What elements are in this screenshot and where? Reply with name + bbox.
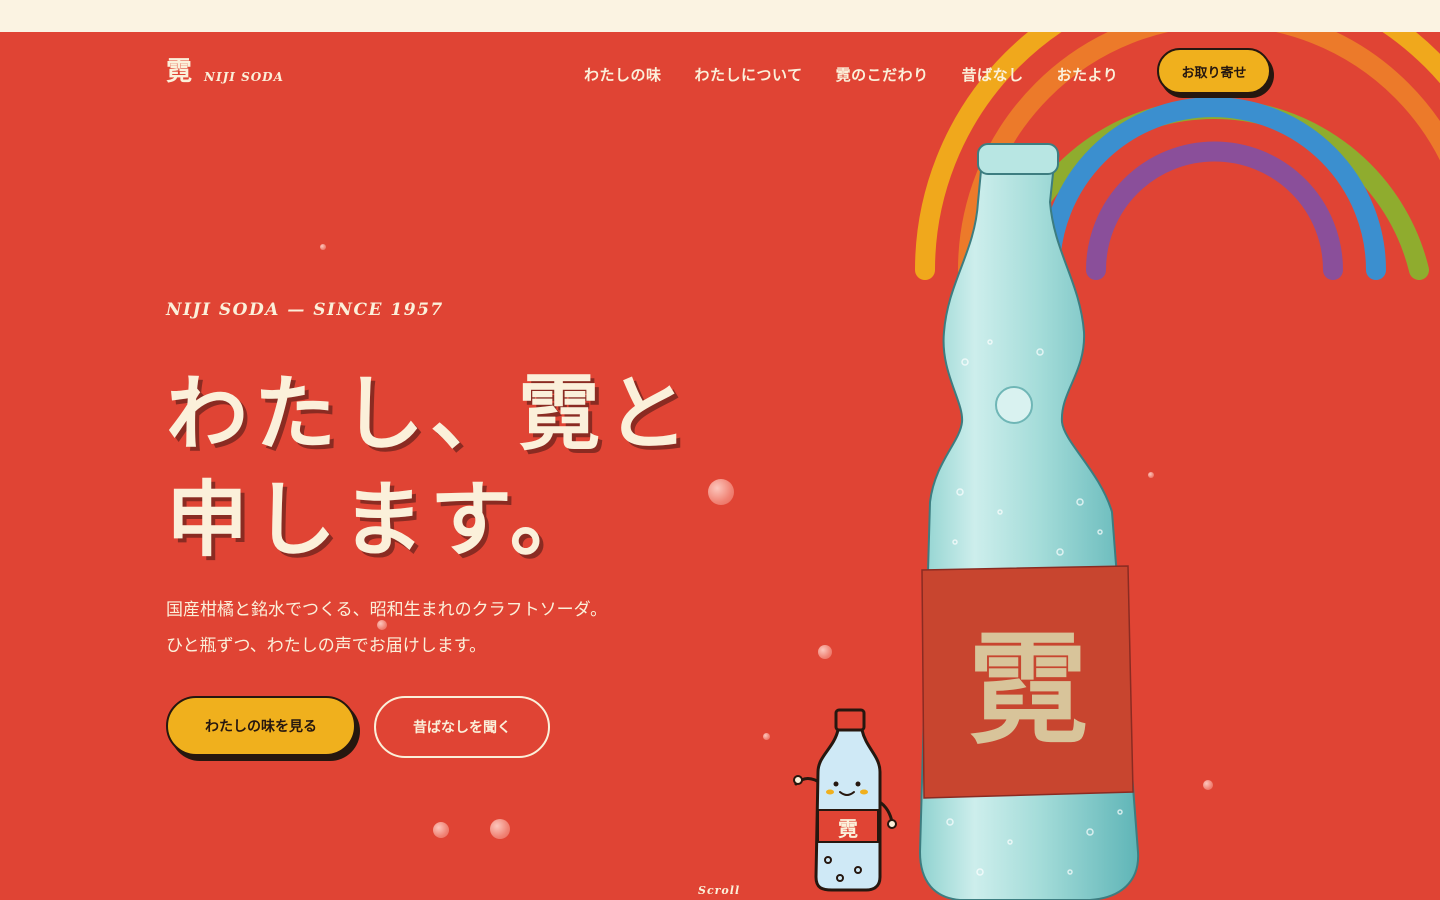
bubble <box>763 733 770 740</box>
bottle-label-text: 霓 <box>968 620 1088 761</box>
headline-line-2: 申します。 <box>166 473 598 568</box>
headline-line-1: わたし、霓と <box>166 367 695 462</box>
nav-item-letters[interactable]: おたより <box>1057 64 1119 85</box>
bubble <box>433 822 449 838</box>
hero-headline: わたし、霓と 申します。 <box>166 362 694 574</box>
order-button[interactable]: お取り寄せ <box>1157 48 1271 94</box>
lead-line-2: ひと瓶ずつ、わたしの声でお届けします。 <box>166 636 487 656</box>
bubble <box>708 479 734 505</box>
logo-kanji: 霓 <box>166 57 193 87</box>
scroll-indicator[interactable]: Scroll <box>698 884 740 897</box>
mascot-label-text: 霓 <box>838 817 858 841</box>
bubble <box>320 244 326 250</box>
nav-item-about[interactable]: わたしについて <box>695 64 803 85</box>
bubble <box>818 645 832 659</box>
see-taste-button[interactable]: わたしの味を見る <box>166 696 356 756</box>
hear-story-button[interactable]: 昔ばなしを聞く <box>374 696 550 758</box>
lead-line-1: 国産柑橘と銘水でつくる、昭和生まれのクラフトソーダ。 <box>166 600 608 620</box>
hero-lead: 国産柑橘と銘水でつくる、昭和生まれのクラフトソーダ。 ひと瓶ずつ、わたしの声でお… <box>166 592 607 664</box>
bubble <box>1148 472 1154 478</box>
main-nav: わたしの味 わたしについて 霓のこだわり 昔ばなし おたより <box>584 64 1118 85</box>
bottle-mascot-icon: 霓 <box>793 708 897 892</box>
nav-item-commitment[interactable]: 霓のこだわり <box>836 64 929 85</box>
logo-text: NIJI SODA <box>204 70 284 84</box>
nav-item-taste[interactable]: わたしの味 <box>584 64 662 85</box>
nav-item-story[interactable]: 昔ばなし <box>962 64 1024 85</box>
bubble <box>1203 780 1213 790</box>
top-strip <box>0 0 1440 32</box>
hero-section: 霓 霓 霓 NIJI SODA わたしの味 わたしについて 霓のこだわり 昔ばな… <box>0 32 1440 900</box>
hero-eyebrow: NIJI SODA — SINCE 1957 <box>166 300 444 320</box>
site-logo[interactable]: 霓 NIJI SODA <box>166 57 284 87</box>
bubble <box>490 819 510 839</box>
